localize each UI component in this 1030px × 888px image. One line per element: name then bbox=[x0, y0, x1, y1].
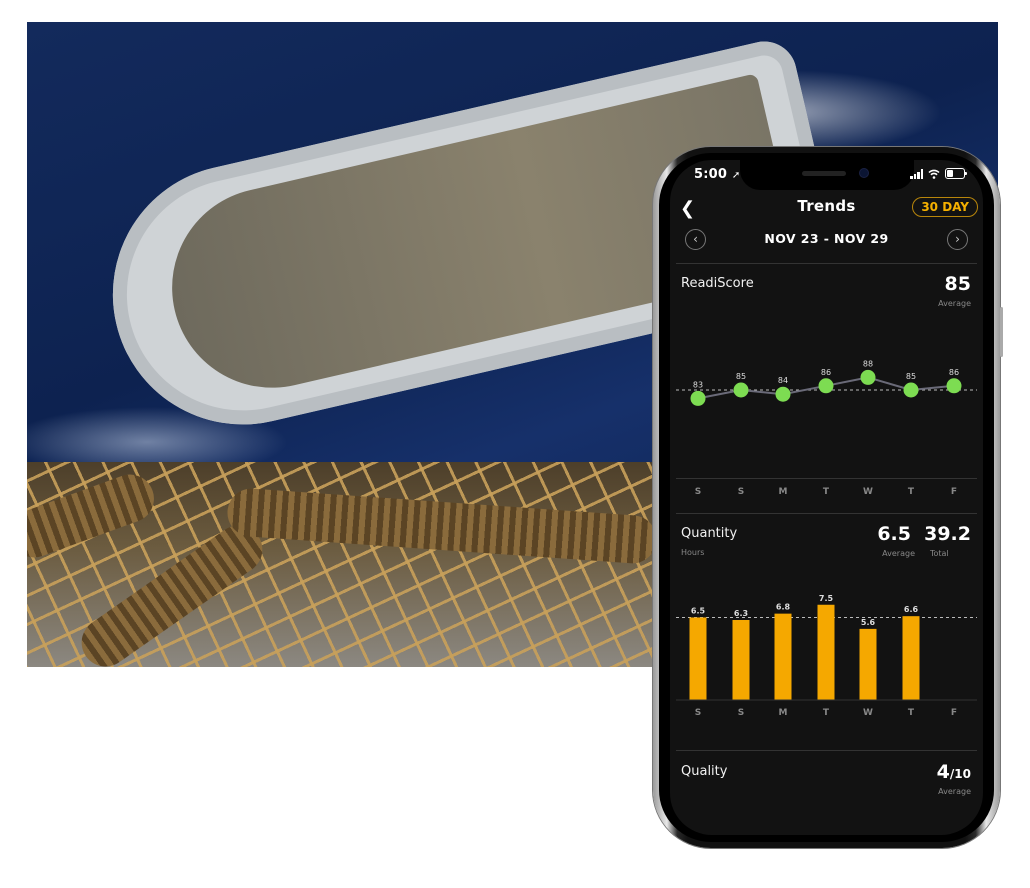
phone-mockup: 5:00 ➚ ❮ Trends 30 DAY ‹ NOV 23 - NOV 29… bbox=[653, 147, 1003, 848]
score-point-label: 88 bbox=[863, 359, 873, 368]
signal-icon bbox=[910, 168, 923, 179]
chevron-right-icon: › bbox=[955, 232, 960, 246]
quality-title: Quality bbox=[681, 764, 728, 779]
app-screen: 5:00 ➚ ❮ Trends 30 DAY ‹ NOV 23 - NOV 29… bbox=[670, 160, 983, 835]
readiscore-chart: 83 85 84 86 88 85 86 bbox=[676, 359, 977, 406]
score-point-label: 83 bbox=[693, 380, 703, 389]
score-point[interactable] bbox=[733, 382, 749, 398]
score-point[interactable] bbox=[818, 378, 834, 394]
next-week-button[interactable]: › bbox=[947, 229, 968, 250]
quality-scale: /10 bbox=[949, 767, 971, 781]
quantity-total-value: 39.2 bbox=[924, 523, 971, 545]
quantity-total-label: Total bbox=[930, 549, 949, 558]
score-point[interactable] bbox=[690, 390, 706, 406]
quantity-title: Quantity bbox=[681, 526, 738, 541]
quantity-bar[interactable] bbox=[732, 619, 750, 700]
quantity-bar[interactable] bbox=[817, 604, 835, 700]
day-label: F bbox=[951, 708, 957, 718]
quantity-average-label: Average bbox=[882, 549, 915, 558]
day-label: S bbox=[737, 487, 745, 497]
score-point-label: 84 bbox=[778, 376, 788, 385]
quantity-bar-label: 6.5 bbox=[691, 606, 706, 615]
day-label: T bbox=[823, 708, 830, 718]
quantity-bar-label: 6.3 bbox=[734, 609, 748, 618]
cargo-net-image bbox=[27, 462, 667, 667]
quantity-bar-label: 6.6 bbox=[904, 605, 919, 614]
quantity-bar[interactable] bbox=[902, 616, 920, 700]
quality-score: 4 bbox=[936, 761, 950, 783]
score-point[interactable] bbox=[775, 386, 791, 402]
quantity-chart: 6.5 6.3 6.8 7.5 5.6 6.6 S S M T W T F bbox=[676, 594, 977, 718]
status-icons bbox=[910, 168, 967, 179]
score-point-label: 86 bbox=[821, 368, 831, 377]
score-point[interactable] bbox=[903, 382, 919, 398]
day-label: M bbox=[779, 708, 788, 718]
range-30-day-button[interactable]: 30 DAY bbox=[912, 197, 978, 217]
quantity-unit: Hours bbox=[681, 548, 705, 557]
score-point-label: 85 bbox=[736, 372, 746, 381]
day-label: S bbox=[694, 487, 702, 497]
date-nav: ‹ NOV 23 - NOV 29 › bbox=[670, 229, 983, 251]
day-label: T bbox=[907, 487, 915, 497]
readiscore-average-label: Average bbox=[938, 299, 971, 308]
status-time: 5:00 ➚ bbox=[694, 167, 741, 182]
header: ❮ Trends 30 DAY bbox=[670, 194, 983, 224]
score-point-label: 86 bbox=[949, 368, 959, 377]
wifi-icon bbox=[928, 169, 940, 179]
quantity-bar-label: 7.5 bbox=[819, 594, 834, 603]
quality-average-label: Average bbox=[938, 787, 971, 796]
quantity-bar-label: 6.8 bbox=[776, 603, 791, 612]
day-label: M bbox=[778, 487, 788, 497]
day-label: W bbox=[863, 708, 873, 718]
score-point[interactable] bbox=[946, 378, 962, 394]
quantity-bar[interactable] bbox=[689, 617, 707, 700]
day-label: S bbox=[738, 708, 744, 718]
battery-icon bbox=[945, 168, 967, 179]
quantity-bar-label: 5.6 bbox=[861, 618, 876, 627]
day-label: T bbox=[822, 487, 830, 497]
readiscore-title: ReadiScore bbox=[681, 276, 754, 291]
quantity-bar[interactable] bbox=[774, 613, 792, 700]
day-label: T bbox=[908, 708, 915, 718]
quality-value: 4/10 bbox=[937, 761, 971, 783]
quantity-bar[interactable] bbox=[859, 628, 877, 700]
date-range: NOV 23 - NOV 29 bbox=[764, 231, 889, 246]
score-point-label: 85 bbox=[906, 372, 916, 381]
quantity-average-value: 6.5 bbox=[877, 523, 911, 545]
day-label: W bbox=[863, 487, 873, 497]
notch bbox=[740, 160, 914, 190]
side-button bbox=[1000, 307, 1003, 357]
day-label: F bbox=[950, 487, 958, 497]
score-point[interactable] bbox=[860, 369, 876, 385]
readiscore-average-value: 85 bbox=[944, 273, 971, 295]
day-label: S bbox=[695, 708, 701, 718]
location-arrow-icon: ➚ bbox=[731, 170, 741, 181]
